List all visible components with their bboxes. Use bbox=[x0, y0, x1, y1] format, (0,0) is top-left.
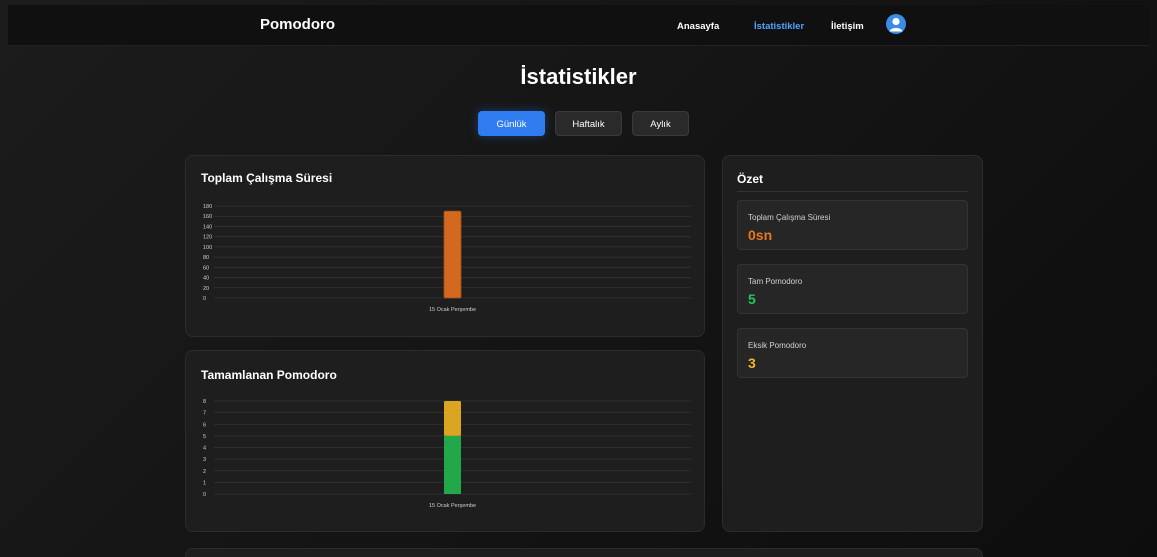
y-tick-label: 0 bbox=[203, 296, 206, 302]
stat-full-pomodoro-label: Tam Pomodoro bbox=[748, 277, 803, 286]
summary-divider bbox=[737, 191, 968, 192]
total-work-time-chart: 0 20 40 60 80 100 120 140 160 180 15 Ocak Perşembe bbox=[203, 204, 691, 313]
y-tick-label: 20 bbox=[203, 286, 209, 292]
y-tick-label: 160 bbox=[203, 214, 212, 220]
y-tick-label: 6 bbox=[203, 422, 206, 428]
stat-missing-pomodoro-label: Eksik Pomodoro bbox=[748, 341, 807, 350]
y-tick-label: 0 bbox=[203, 492, 206, 498]
x-tick-label: 15 Ocak Perşembe bbox=[429, 307, 476, 313]
navbar: Pomodoro Anasayfa İstatistikler İletişim bbox=[8, 5, 1149, 46]
y-tick-label: 180 bbox=[203, 204, 212, 210]
stat-total-work-time-label: Toplam Çalışma Süresi bbox=[748, 213, 831, 222]
summary-card: Özet Toplam Çalışma Süresi 0sn Tam Pomod… bbox=[722, 155, 983, 532]
y-tick-label: 7 bbox=[203, 411, 206, 417]
y-tick-label: 1 bbox=[203, 480, 206, 486]
tab-daily[interactable]: Günlük bbox=[478, 111, 545, 136]
stat-full-pomodoro-value: 5 bbox=[748, 291, 756, 307]
y-tick-label: 8 bbox=[203, 399, 206, 405]
tab-weekly[interactable]: Haftalık bbox=[555, 111, 622, 136]
y-tick-label: 140 bbox=[203, 224, 212, 230]
y-tick-label: 100 bbox=[203, 245, 212, 251]
user-avatar[interactable] bbox=[886, 14, 906, 34]
bar bbox=[443, 210, 462, 299]
y-tick-label: 4 bbox=[203, 446, 206, 452]
stat-total-work-time-value: 0sn bbox=[748, 227, 773, 243]
tab-monthly[interactable]: Aylık bbox=[632, 111, 689, 136]
y-tick-label: 120 bbox=[203, 235, 212, 241]
bar-segment-series-0 bbox=[444, 435, 461, 494]
stat-total-work-time: Toplam Çalışma Süresi 0sn bbox=[737, 200, 968, 250]
completed-pomodoro-card: Tamamlanan Pomodoro 0 1 2 3 4 5 6 7 8 15 Ocak Per… bbox=[185, 350, 705, 532]
nav-link-contact[interactable]: İletişim bbox=[831, 21, 864, 32]
bottom-card bbox=[185, 548, 983, 557]
stat-full-pomodoro: Tam Pomodoro 5 bbox=[737, 264, 968, 314]
nav-link-statistics[interactable]: İstatistikler bbox=[754, 21, 804, 32]
y-tick-label: 5 bbox=[203, 434, 206, 440]
nav-link-home[interactable]: Anasayfa bbox=[677, 21, 719, 32]
user-icon bbox=[889, 17, 903, 32]
bar-segment-series-1 bbox=[444, 401, 461, 436]
brand-logo[interactable]: Pomodoro bbox=[260, 16, 335, 33]
y-tick-label: 2 bbox=[203, 469, 206, 475]
stat-missing-pomodoro: Eksik Pomodoro 3 bbox=[737, 328, 968, 378]
summary-title: Özet bbox=[737, 172, 764, 186]
page-title: İstatistikler bbox=[520, 64, 637, 89]
x-tick-label: 15 Ocak Perşembe bbox=[429, 503, 476, 509]
completed-pomodoro-chart: 0 1 2 3 4 5 6 7 8 15 Ocak Perşembe bbox=[203, 399, 691, 509]
y-tick-label: 60 bbox=[203, 265, 209, 271]
y-tick-label: 80 bbox=[203, 255, 209, 261]
y-tick-label: 3 bbox=[203, 457, 206, 463]
stat-missing-pomodoro-value: 3 bbox=[748, 355, 756, 371]
y-tick-label: 40 bbox=[203, 276, 209, 282]
total-work-time-card: Toplam Çalışma Süresi 0 20 40 60 80 100 120 140… bbox=[185, 155, 705, 337]
